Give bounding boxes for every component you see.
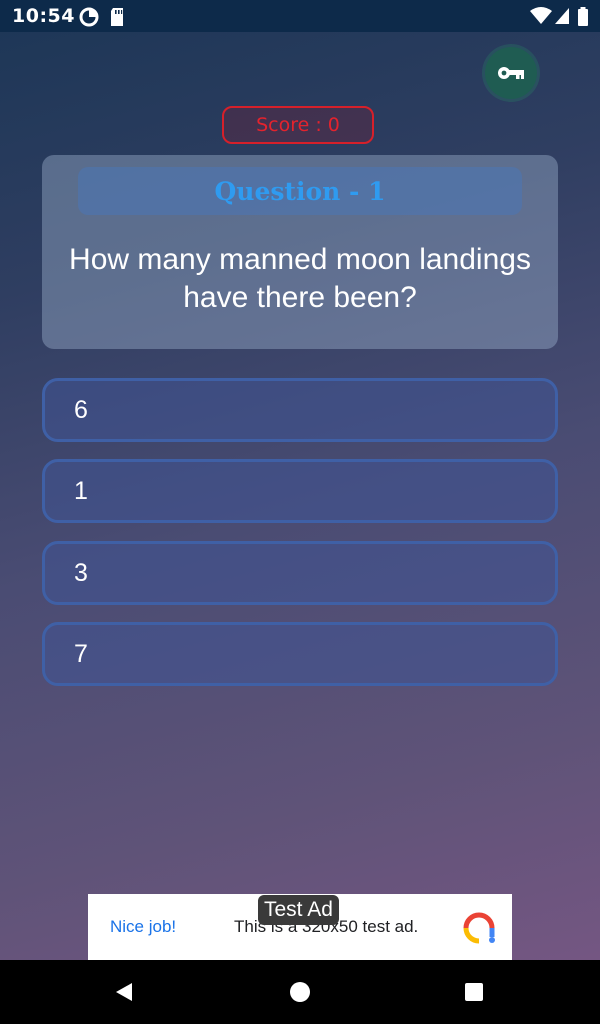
- answer-option-4[interactable]: 7: [42, 622, 558, 686]
- navigation-bar: [0, 960, 600, 1024]
- quiz-screen: 10:54 Score : 0 Question - 1 How many ma…: [0, 0, 600, 1024]
- question-text: How many manned moon landings have there…: [69, 243, 531, 314]
- ad-tag: Test Ad: [258, 895, 339, 925]
- question-card: Question - 1 How many manned moon landin…: [42, 155, 558, 349]
- ad-logo-icon: [463, 912, 495, 944]
- battery-icon: [578, 7, 588, 26]
- answer-option-3[interactable]: 3: [42, 541, 558, 605]
- ad-headline[interactable]: Nice job!: [110, 917, 176, 937]
- signal-icon: [555, 8, 569, 24]
- wifi-icon: [530, 7, 552, 24]
- answer-option-1[interactable]: 6: [42, 378, 558, 442]
- back-icon[interactable]: [112, 980, 136, 1004]
- score-badge: Score : 0: [222, 106, 374, 144]
- data-saver-icon: [79, 7, 99, 27]
- ad-banner[interactable]: Nice job! This is a 320x50 test ad. Test…: [88, 894, 512, 960]
- status-bar: 10:54: [0, 0, 600, 32]
- key-button[interactable]: [485, 47, 537, 99]
- recents-icon[interactable]: [462, 980, 486, 1004]
- key-icon: [498, 67, 524, 79]
- home-icon[interactable]: [288, 980, 312, 1004]
- question-header: Question - 1: [78, 167, 522, 215]
- status-time: 10:54: [12, 5, 75, 27]
- answer-option-2[interactable]: 1: [42, 459, 558, 523]
- sd-card-icon: [111, 8, 123, 26]
